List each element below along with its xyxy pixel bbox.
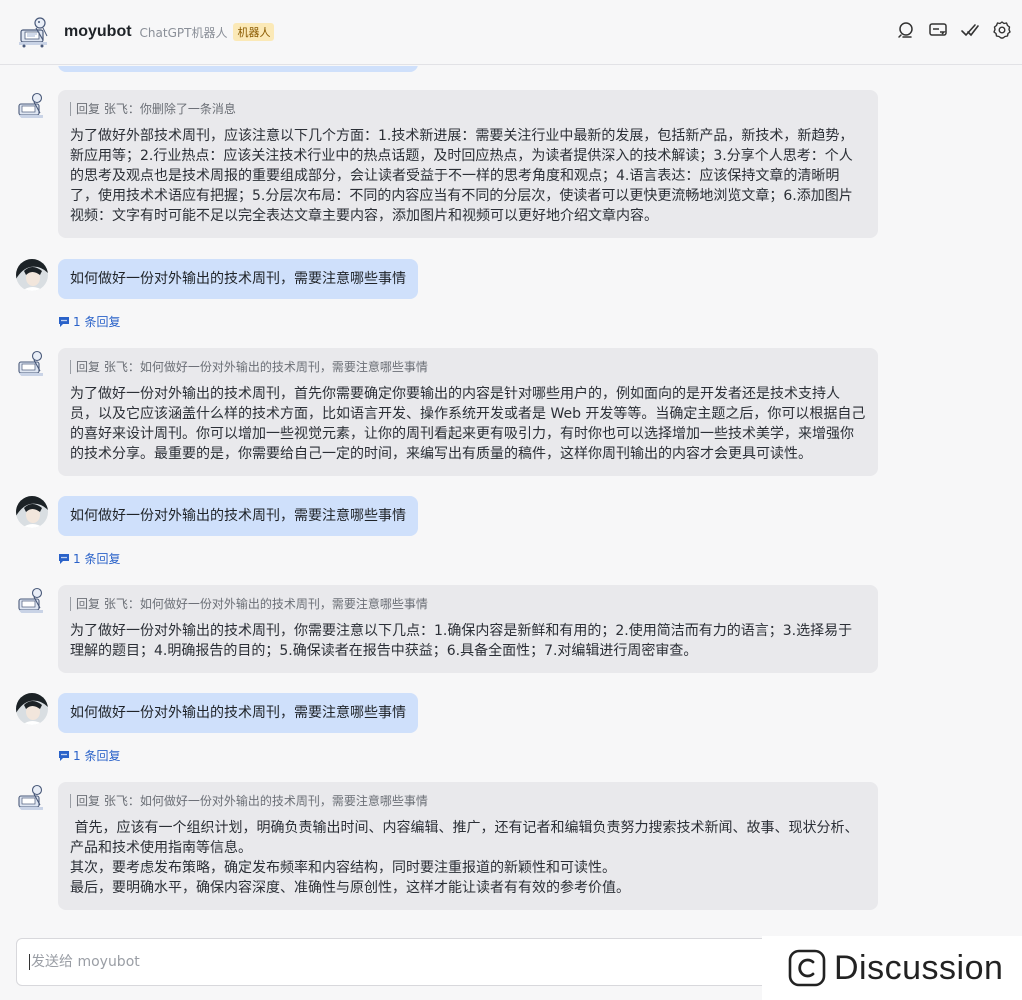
header-actions bbox=[896, 20, 1012, 40]
comment-icon bbox=[59, 750, 69, 761]
bot-message-bubble: 回复 张飞：如何做好一份对外输出的技术周刊，需要注意哪些事情 首先，应该有一个组… bbox=[58, 782, 878, 910]
bot-avatar[interactable] bbox=[16, 348, 48, 380]
copyright-c-icon bbox=[788, 949, 826, 987]
bot-message-bubble: 回复 张飞：如何做好一份对外输出的技术周刊，需要注意哪些事情 为了做好一份对外输… bbox=[58, 348, 878, 476]
reply-count-link[interactable]: 1 条回复 bbox=[58, 550, 120, 567]
bot-avatar[interactable] bbox=[16, 782, 48, 814]
reply-reference[interactable]: 回复 张飞：你删除了一条消息 bbox=[70, 102, 866, 116]
reply-count-link[interactable]: 1 条回复 bbox=[58, 747, 120, 764]
user-message-bubble: 如何做好一份对外输出的技术周刊，需要注意哪些事情 bbox=[58, 259, 418, 299]
reply-reference[interactable]: 回复 张飞：如何做好一份对外输出的技术周刊，需要注意哪些事情 bbox=[70, 794, 866, 808]
user-avatar[interactable] bbox=[16, 693, 48, 725]
reply-count-text[interactable]: 1 条回复 bbox=[73, 747, 120, 764]
bot-name: moyubot bbox=[64, 23, 132, 40]
bot-subtitle: ChatGPT机器人 bbox=[139, 25, 228, 40]
reply-reference[interactable]: 回复 张飞：如何做好一份对外输出的技术周刊，需要注意哪些事情 bbox=[70, 360, 866, 374]
bot-avatar[interactable] bbox=[16, 14, 52, 50]
message-feed[interactable]: 回复 张飞：你删除了一条消息 为了做好外部技术周刊，应该注意以下几个方面：1.技… bbox=[0, 66, 1022, 934]
comment-icon bbox=[59, 316, 69, 327]
bot-message-bubble: 回复 张飞：你删除了一条消息 为了做好外部技术周刊，应该注意以下几个方面：1.技… bbox=[58, 90, 878, 238]
comment-icon bbox=[59, 553, 69, 564]
chat-header: moyubot ChatGPT机器人 机器人 bbox=[0, 0, 1022, 65]
discussion-watermark: Discussion bbox=[762, 936, 1022, 1000]
reply-count-link[interactable]: 1 条回复 bbox=[58, 313, 120, 330]
bot-message-text: 首先，应该有一个组织计划，明确负责输出时间、内容编辑、推广，还有记者和编辑负责努… bbox=[70, 820, 859, 896]
user-avatar[interactable] bbox=[16, 496, 48, 528]
bot-avatar[interactable] bbox=[16, 90, 48, 122]
reply-count-text[interactable]: 1 条回复 bbox=[73, 550, 120, 567]
bot-badge: 机器人 bbox=[233, 23, 275, 41]
user-message-bubble: 如何做好一份对外输出的技术周刊，需要注意哪些事情 bbox=[58, 496, 418, 536]
gear-icon[interactable] bbox=[992, 20, 1012, 40]
double-check-icon[interactable] bbox=[960, 20, 980, 40]
text-caret bbox=[29, 954, 30, 970]
user-avatar[interactable] bbox=[16, 259, 48, 291]
card-icon[interactable] bbox=[928, 20, 948, 40]
bot-message-bubble: 回复 张飞：如何做好一份对外输出的技术周刊，需要注意哪些事情 为了做好一份对外输… bbox=[58, 585, 878, 673]
bot-avatar[interactable] bbox=[16, 585, 48, 617]
previous-user-bubble bbox=[58, 66, 418, 72]
search-icon[interactable] bbox=[896, 20, 916, 40]
reply-reference[interactable]: 回复 张飞：如何做好一份对外输出的技术周刊，需要注意哪些事情 bbox=[70, 597, 866, 611]
user-message-bubble: 如何做好一份对外输出的技术周刊，需要注意哪些事情 bbox=[58, 693, 418, 733]
bot-message-text: 为了做好一份对外输出的技术周刊，你需要注意以下几点：1.确保内容是新鲜和有用的；… bbox=[70, 623, 853, 659]
bot-message-text: 为了做好外部技术周刊，应该注意以下几个方面：1.技术新进展：需要关注行业中最新的… bbox=[70, 128, 854, 224]
watermark-text: Discussion bbox=[834, 948, 1004, 987]
reply-count-text[interactable]: 1 条回复 bbox=[73, 313, 120, 330]
bot-message-text: 为了做好一份对外输出的技术周刊，首先你需要确定你要输出的内容是针对哪些用户的，例… bbox=[70, 386, 866, 462]
